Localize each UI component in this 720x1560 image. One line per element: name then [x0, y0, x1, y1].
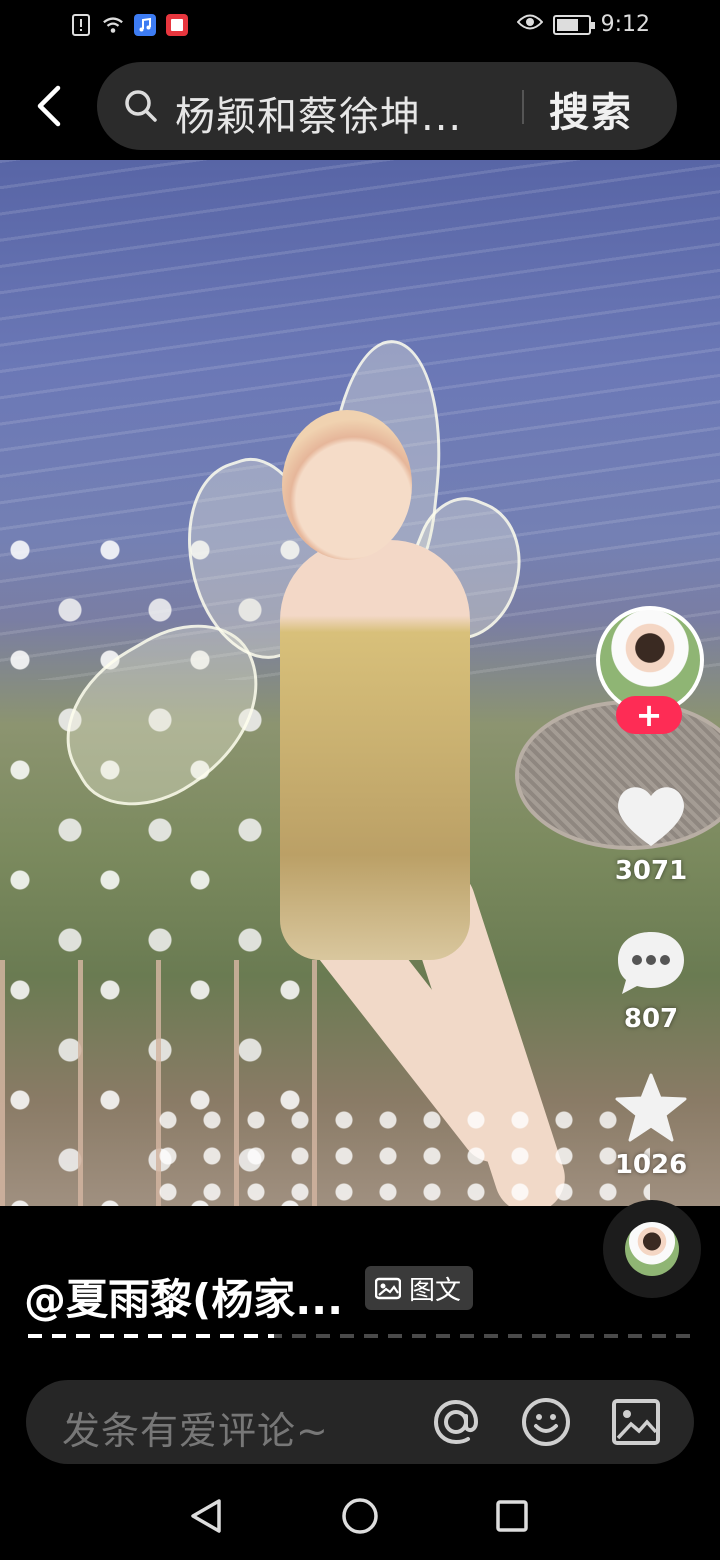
comment-input[interactable]: 发条有爱评论~: [26, 1380, 694, 1464]
author-name[interactable]: @夏雨黎(杨家...: [24, 1266, 343, 1327]
post-image[interactable]: + 3071 807 1026 分享: [0, 160, 720, 1206]
music-disc-avatar: [625, 1222, 679, 1276]
image-picker-icon[interactable]: [610, 1396, 662, 1448]
image-icon: [375, 1277, 401, 1300]
comment-placeholder: 发条有爱评论~: [62, 1409, 329, 1453]
back-button[interactable]: [24, 78, 74, 134]
comment-button[interactable]: 807: [596, 928, 706, 1034]
clock: 9:12: [600, 12, 650, 37]
author-avatar-group: +: [596, 606, 706, 734]
music-disc[interactable]: [603, 1200, 701, 1298]
follow-button[interactable]: +: [616, 696, 682, 734]
battery-icon: [552, 14, 595, 35]
search-icon: [123, 88, 159, 128]
alert-icon: [70, 14, 92, 36]
like-button[interactable]: 3071: [596, 782, 706, 886]
wifi-icon: [102, 14, 124, 36]
search-bar[interactable]: 杨颖和蔡徐坤... 搜索: [97, 62, 677, 150]
image-text-tag: 图文: [365, 1266, 474, 1310]
figure-head: [282, 410, 412, 560]
chevron-left-icon: [37, 85, 61, 127]
system-nav-bar: [0, 1464, 720, 1560]
nav-back-icon[interactable]: [186, 1496, 226, 1536]
comment-bubble-icon: [618, 932, 684, 994]
at-mention-icon[interactable]: [430, 1396, 482, 1448]
red-app-icon: [166, 14, 188, 36]
nav-home-icon[interactable]: [340, 1496, 380, 1536]
like-count: 3071: [614, 856, 688, 886]
nav-recents-icon[interactable]: [492, 1496, 532, 1536]
progress-viewed: [28, 1334, 275, 1338]
eye-icon: [516, 12, 543, 37]
star-icon: [615, 1073, 687, 1142]
figure-body: [280, 540, 470, 960]
status-bar: 9:12: [0, 0, 720, 56]
emoji-icon[interactable]: [520, 1396, 572, 1448]
daisy-flowers: [150, 1100, 650, 1206]
tag-label: 图文: [409, 1275, 462, 1306]
search-divider: [522, 90, 524, 124]
heart-icon: [618, 787, 684, 846]
favorite-count: 1026: [614, 1150, 688, 1180]
music-app-icon: [134, 14, 156, 36]
image-progress-bar: [28, 1334, 694, 1338]
comment-count: 807: [623, 1004, 679, 1034]
top-bar: 杨颖和蔡徐坤... 搜索: [0, 56, 720, 160]
post-info: @夏雨黎(杨家... 图文: [0, 1200, 720, 1376]
search-query[interactable]: 杨颖和蔡徐坤...: [175, 84, 485, 142]
search-button[interactable]: 搜索: [549, 80, 633, 138]
favorite-button[interactable]: 1026: [596, 1072, 706, 1180]
